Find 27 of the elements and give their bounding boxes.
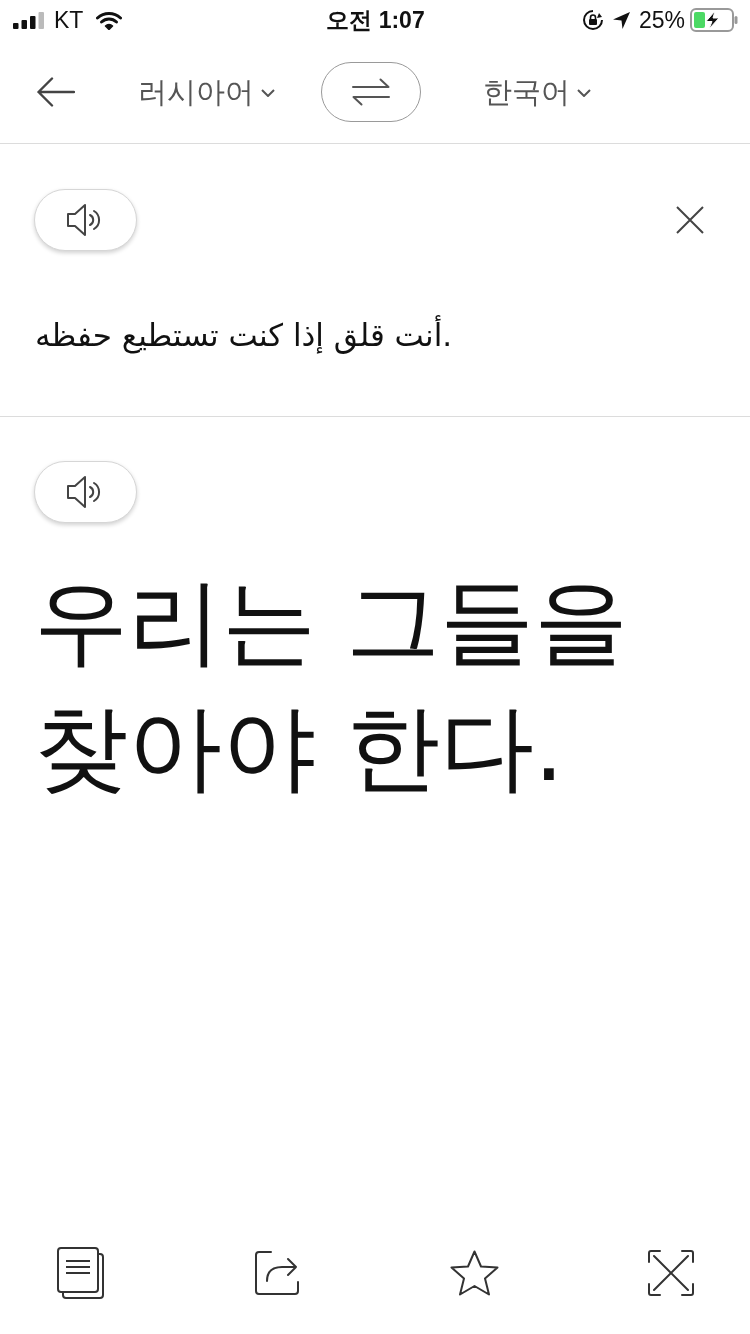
close-icon [676,206,704,234]
location-arrow-icon [611,10,631,30]
star-icon [449,1250,499,1296]
share-icon [254,1250,301,1296]
source-language-selector[interactable]: 러시아어 [138,71,275,112]
stacked-pages-icon [57,1246,105,1300]
chevron-down-icon [577,89,591,97]
wifi-icon [96,10,123,30]
back-button[interactable] [36,75,75,108]
share-button[interactable] [254,1250,301,1296]
favorite-button[interactable] [449,1250,499,1296]
signal-icon [13,11,45,29]
orientation-lock-icon [581,9,604,31]
target-language-selector[interactable]: 한국어 [483,71,591,112]
back-arrow-icon [36,75,75,108]
battery-percent: 25% [638,6,685,34]
translated-text: 우리는 그들을 찾아야 한다. [34,566,629,804]
speaker-button[interactable] [34,189,137,251]
close-button[interactable] [676,206,704,234]
carrier-name: KT [54,6,84,34]
clock-time: 오전 1:07 [326,5,425,35]
speaker-button[interactable] [34,461,137,523]
chevron-down-icon [261,89,275,97]
fullscreen-button[interactable] [648,1250,694,1296]
copy-button[interactable] [57,1246,105,1300]
expand-arrows-icon [648,1250,694,1296]
source-text: أنت قلق إذا كنت تستطيع حفظه. [35,314,454,356]
